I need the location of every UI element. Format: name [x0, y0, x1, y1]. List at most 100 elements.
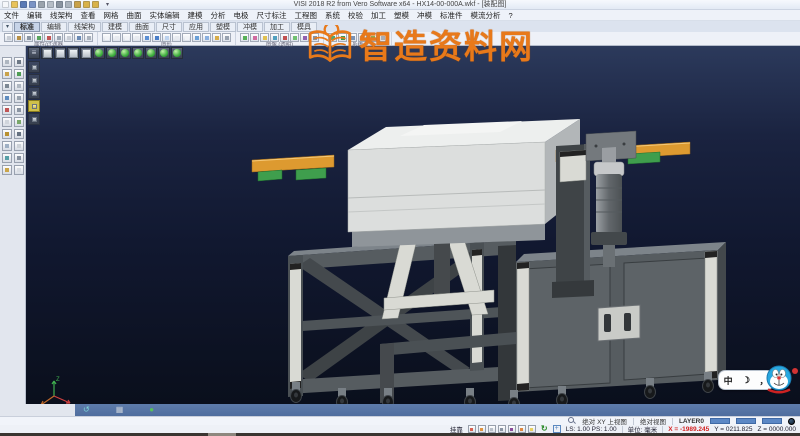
left-view-icon[interactable]: [145, 47, 157, 59]
menu-item[interactable]: 分析: [207, 10, 230, 21]
ribbon-tab[interactable]: 编辑: [41, 22, 67, 32]
back-view-icon[interactable]: [158, 47, 170, 59]
menu-item[interactable]: 塑模: [390, 10, 413, 21]
point-icon[interactable]: ●: [149, 406, 154, 414]
shaded-view-icon[interactable]: [54, 47, 66, 59]
ribbon-tab[interactable]: 加工: [264, 22, 290, 32]
selection-filter-icon[interactable]: [28, 100, 40, 112]
menu-item[interactable]: 建模: [184, 10, 207, 21]
ribbon-tab[interactable]: 模具: [291, 22, 317, 32]
highlight-icon[interactable]: [64, 33, 73, 42]
menu-item[interactable]: 曲面: [123, 10, 146, 21]
status-box[interactable]: [736, 418, 756, 424]
right-view-icon[interactable]: [132, 47, 144, 59]
extend-icon[interactable]: [14, 141, 24, 151]
ime-mode-indicator[interactable]: 中: [724, 374, 733, 387]
regen-clock-icon[interactable]: ↻: [541, 425, 548, 433]
menu-item[interactable]: 网格: [100, 10, 123, 21]
zoom-out-icon[interactable]: [122, 33, 131, 42]
section-icon[interactable]: [290, 33, 299, 42]
status-box[interactable]: [762, 418, 782, 424]
mirror-icon[interactable]: [14, 129, 24, 139]
transparency-icon[interactable]: [280, 33, 289, 42]
render-icon[interactable]: [240, 33, 249, 42]
rotate-view-icon[interactable]: [162, 33, 171, 42]
properties-icon[interactable]: [2, 165, 12, 175]
delete-icon[interactable]: [14, 57, 24, 67]
magnifier-icon[interactable]: [568, 417, 576, 425]
select-by-color-icon[interactable]: [74, 33, 83, 42]
trim-icon[interactable]: [2, 141, 12, 151]
zoom-window-icon[interactable]: [132, 33, 141, 42]
help-tool-icon[interactable]: [14, 165, 24, 175]
menu-item[interactable]: 尺寸标注: [253, 10, 291, 21]
menu-item[interactable]: 加工: [367, 10, 390, 21]
ribbon-tab[interactable]: 标准: [14, 22, 40, 32]
paste-icon[interactable]: [74, 1, 81, 8]
chamfer-icon[interactable]: [14, 153, 24, 163]
toolbar-menu-icon[interactable]: ≡: [28, 47, 40, 59]
perspective-icon[interactable]: [212, 33, 221, 42]
snap-tangent-toggle[interactable]: [518, 425, 526, 433]
print-preview-icon[interactable]: [47, 1, 54, 8]
menu-item[interactable]: 校验: [344, 10, 367, 21]
layer-filter-icon[interactable]: [34, 33, 43, 42]
crosshair-icon[interactable]: +: [553, 425, 561, 433]
shade-icon[interactable]: [2, 93, 12, 103]
layer-list-icon[interactable]: [28, 87, 40, 99]
save-all-icon[interactable]: [29, 1, 36, 8]
ribbon-tab[interactable]: 应用: [183, 22, 209, 32]
multi-view-icon[interactable]: [222, 33, 231, 42]
previous-view-icon[interactable]: [172, 33, 181, 42]
snap-quadrant-toggle[interactable]: [508, 425, 516, 433]
hidden-line-icon[interactable]: [202, 33, 211, 42]
material-icon[interactable]: [250, 33, 259, 42]
database-icon[interactable]: [338, 33, 347, 42]
snapshot-icon[interactable]: [310, 33, 319, 42]
reset-filter-icon[interactable]: [84, 33, 93, 42]
pan-icon[interactable]: [152, 33, 161, 42]
cut-icon[interactable]: [56, 1, 63, 8]
snap-endpoint-toggle[interactable]: [468, 425, 476, 433]
print-icon[interactable]: [38, 1, 45, 8]
mask-filter-icon[interactable]: [28, 113, 40, 125]
wireframe-view-icon[interactable]: [41, 47, 53, 59]
front-view-icon[interactable]: [119, 47, 131, 59]
menu-item[interactable]: 标准件: [436, 10, 467, 21]
menu-item[interactable]: 系统: [321, 10, 344, 21]
new-file-icon[interactable]: [2, 1, 9, 8]
grid-icon[interactable]: ▦: [116, 406, 124, 414]
menu-item[interactable]: 模流分析: [467, 10, 505, 21]
ribbon-tab[interactable]: 冲模: [237, 22, 263, 32]
view-list-icon[interactable]: [28, 74, 40, 86]
ribbon-tab[interactable]: 线架构: [68, 22, 101, 32]
ime-shape-icon[interactable]: ☽: [742, 375, 750, 386]
shade-icon[interactable]: [192, 33, 201, 42]
save-icon[interactable]: [20, 1, 27, 8]
status-box[interactable]: [710, 418, 730, 424]
rotate-icon[interactable]: [14, 81, 24, 91]
info-icon[interactable]: [378, 33, 387, 42]
named-view-icon[interactable]: [182, 33, 191, 42]
ime-bar[interactable]: 中 ☽ ，: [716, 362, 800, 402]
menu-item[interactable]: 工程图: [291, 10, 322, 21]
zoom-all-icon[interactable]: [14, 69, 24, 79]
texture-icon[interactable]: [260, 33, 269, 42]
menu-item[interactable]: 线架构: [46, 10, 77, 21]
layer-icon[interactable]: [2, 105, 12, 115]
redraw-icon[interactable]: [102, 33, 111, 42]
snap-center-toggle[interactable]: [488, 425, 496, 433]
menu-item[interactable]: 查看: [77, 10, 100, 21]
copy-icon[interactable]: [65, 1, 72, 8]
zoom-extents-icon[interactable]: [142, 33, 151, 42]
plugin-icon[interactable]: [368, 33, 377, 42]
color-filter-icon[interactable]: [14, 33, 23, 42]
iso-view-icon[interactable]: [93, 47, 105, 59]
workplane-list-icon[interactable]: [28, 61, 40, 73]
element-filter-icon[interactable]: [44, 33, 53, 42]
snap-grid-toggle[interactable]: [528, 425, 536, 433]
prompt-bar-blue[interactable]: ↺▦●: [75, 404, 800, 416]
menu-item[interactable]: 电极: [230, 10, 253, 21]
calculator-icon[interactable]: [358, 33, 367, 42]
copy-icon[interactable]: [14, 117, 24, 127]
